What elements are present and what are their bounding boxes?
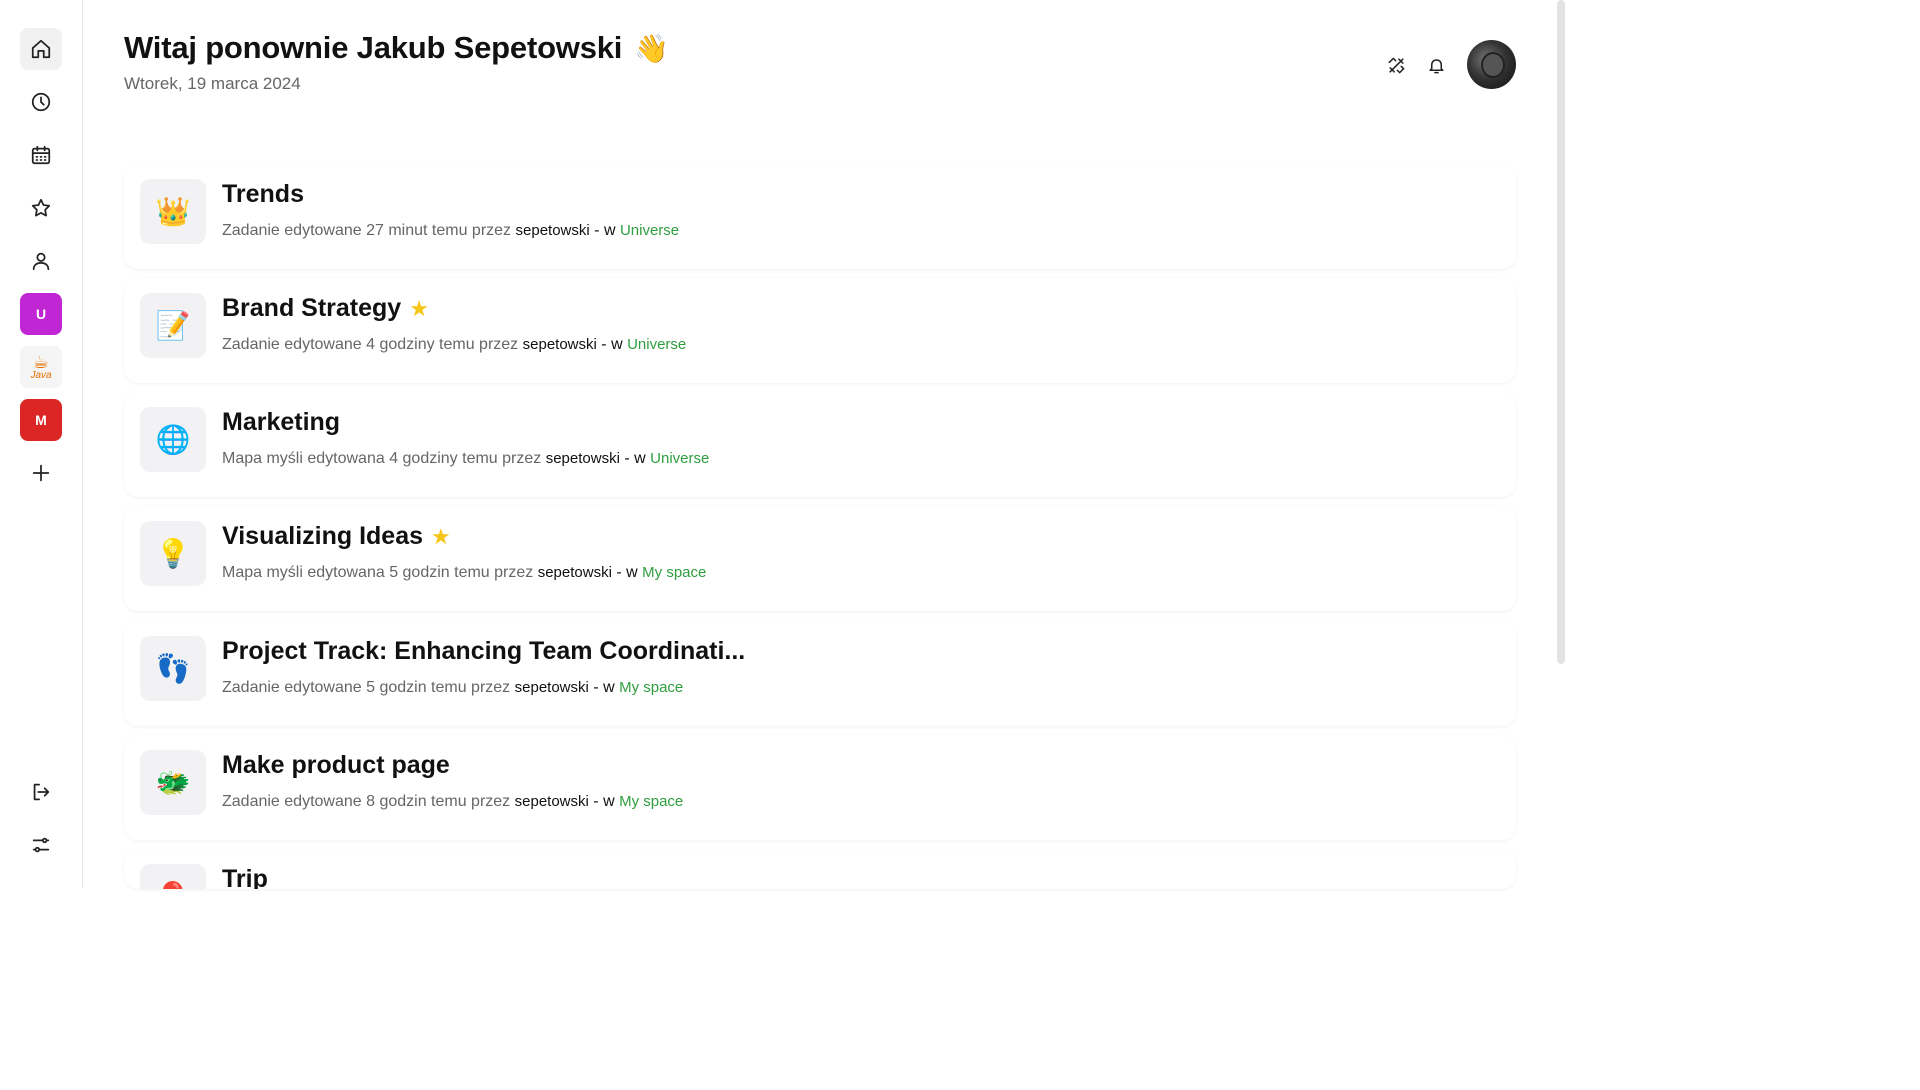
editor-username: sepetowski [522, 336, 597, 353]
recent-item-card[interactable]: 📝 Brand Strategy ★ Zadanie edytowane 4 go… [124, 278, 1516, 383]
editor-username: sepetowski [545, 450, 620, 467]
recent-item-meta: Zadanie edytowane 4 godziny temu przez s… [222, 336, 687, 353]
editor-username: sepetowski [514, 679, 589, 696]
tools-button[interactable] [1382, 51, 1410, 79]
settings-button[interactable] [20, 824, 62, 866]
recent-item-meta: Zadanie edytowane 5 godzin temu przez se… [222, 679, 684, 696]
sidebar-item-home[interactable] [20, 28, 62, 70]
editor-username: sepetowski [537, 564, 612, 581]
recent-item-title: Marketing [222, 408, 341, 436]
memo-icon: 📝 [140, 293, 206, 358]
workspace-link[interactable]: Universe [627, 336, 686, 353]
plus-icon [32, 464, 50, 482]
welcome-text: Witaj ponownie Jakub Sepetowski [124, 30, 623, 65]
dragon-icon: 🐲 [140, 750, 206, 815]
starred-icon: ★ [409, 295, 429, 321]
sidebar-space-java[interactable]: ☕ Java [20, 346, 62, 388]
logout-icon [33, 783, 50, 801]
recent-item-card[interactable]: 👣 Project Track: Enhancing Team Coordina… [124, 621, 1516, 726]
light-bulb-icon: 💡 [140, 521, 206, 586]
balloon-icon: 🎈 [140, 864, 206, 889]
sidebar: U ☕ Java M [0, 0, 83, 888]
workspace-link[interactable]: My space [619, 793, 683, 810]
recent-item-title: Visualizing Ideas ★ [222, 522, 451, 550]
star-icon [31, 198, 51, 217]
sidebar-item-starred[interactable] [20, 187, 62, 229]
calendar-icon [31, 145, 51, 165]
recent-item-meta: Mapa myśli edytowana 5 godzin temu przez… [222, 564, 707, 581]
recent-item-card[interactable]: 🐲 Make product page Zadanie edytowane 8 … [124, 735, 1516, 840]
footprints-icon: 👣 [140, 636, 206, 701]
wave-emoji-icon: 👋 [634, 32, 669, 64]
globe-icon: 🌐 [140, 407, 206, 472]
recent-item-title: Make product page [222, 751, 450, 779]
recent-item-title: Trip [222, 865, 268, 889]
current-date: Wtorek, 19 marca 2024 [124, 74, 301, 93]
page-title: Witaj ponownie Jakub Sepetowski 👋 [124, 30, 669, 66]
editor-username: sepetowski [514, 793, 589, 810]
starred-icon: ★ [431, 523, 451, 549]
sidebar-space-u[interactable]: U [20, 293, 62, 335]
home-icon [31, 39, 51, 59]
page-header: Witaj ponownie Jakub Sepetowski 👋 Wtorek… [124, 30, 669, 94]
recent-item-card[interactable]: 👑 Trends Zadanie edytowane 27 minut temu… [124, 164, 1516, 269]
user-avatar[interactable] [1467, 40, 1516, 89]
recent-item-title: Trends [222, 180, 304, 208]
logout-button[interactable] [20, 771, 62, 813]
workspace-link[interactable]: Universe [620, 222, 679, 239]
workspace-link[interactable]: My space [642, 564, 706, 581]
user-icon [32, 252, 50, 271]
sliders-icon [32, 837, 50, 853]
sidebar-item-recent[interactable] [20, 81, 62, 123]
java-logo-text: Java [30, 370, 52, 381]
workspace-link[interactable]: My space [619, 679, 683, 696]
recent-item-card[interactable]: 💡 Visualizing Ideas ★ Mapa myśli edytowan… [124, 506, 1516, 611]
notifications-button[interactable] [1422, 51, 1450, 79]
recent-item-meta: Zadanie edytowane 8 godzin temu przez se… [222, 793, 684, 810]
sidebar-item-profile[interactable] [20, 240, 62, 282]
recent-item-card[interactable]: 🎈 Trip [124, 849, 1516, 889]
vertical-scrollbar[interactable] [1557, 0, 1565, 664]
bell-icon [1428, 58, 1444, 73]
sidebar-item-calendar[interactable] [20, 134, 62, 176]
workspace-link[interactable]: Universe [650, 450, 709, 467]
add-space-button[interactable] [20, 452, 62, 494]
recent-item-meta: Mapa myśli edytowana 4 godziny temu prze… [222, 450, 710, 467]
crown-icon: 👑 [140, 179, 206, 244]
recent-item-card[interactable]: 🌐 Marketing Mapa myśli edytowana 4 godzi… [124, 392, 1516, 497]
pencil-ruler-icon [1388, 57, 1404, 73]
recent-item-title: Brand Strategy ★ [222, 294, 429, 322]
recent-item-meta: Zadanie edytowane 27 minut temu przez se… [222, 222, 680, 239]
recent-item-title: Project Track: Enhancing Team Coordinati… [222, 637, 746, 665]
sidebar-space-m[interactable]: M [20, 399, 62, 441]
editor-username: sepetowski [515, 222, 590, 239]
clock-icon [31, 92, 51, 112]
java-logo-icon: ☕ [32, 352, 50, 372]
